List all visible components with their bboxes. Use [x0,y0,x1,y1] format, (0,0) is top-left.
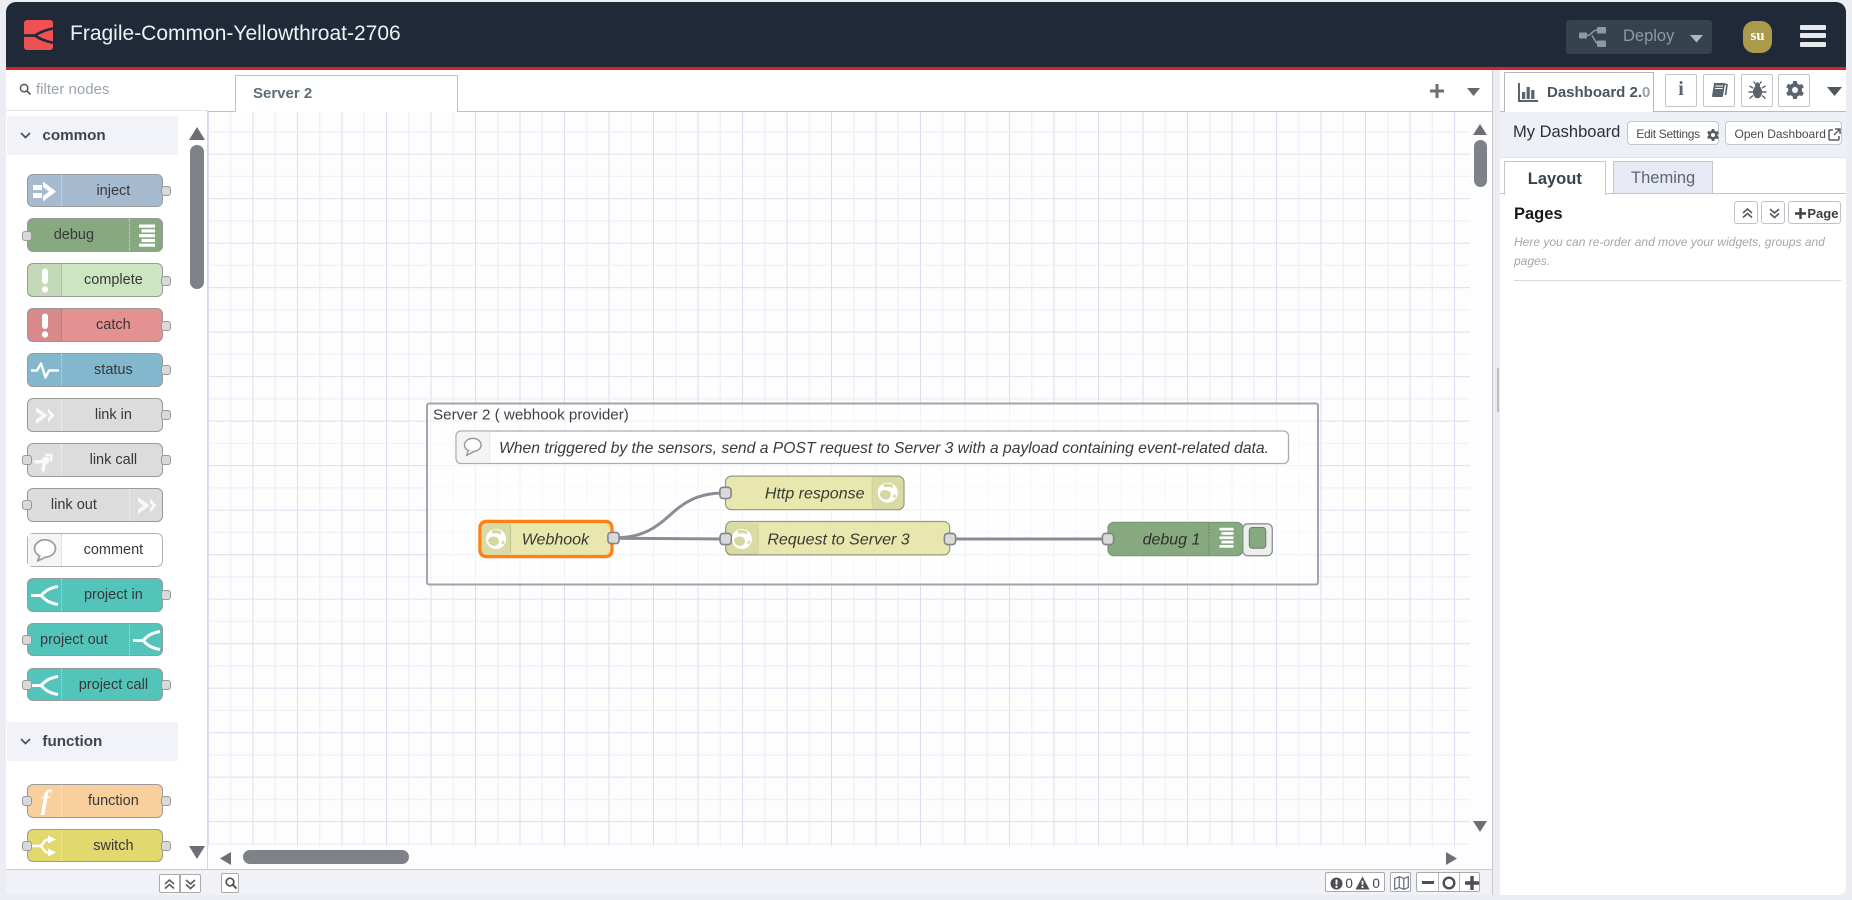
svg-text:Http response: Http response [765,485,865,502]
svg-text:Server 2 ( webhook provider): Server 2 ( webhook provider) [433,406,629,423]
svg-text:When triggered by the sensors,: When triggered by the sensors, send a PO… [499,440,1269,457]
svg-text:Request to Server 3: Request to Server 3 [767,531,909,548]
svg-text:Webhook: Webhook [522,531,590,548]
svg-text:debug 1: debug 1 [1143,531,1201,548]
